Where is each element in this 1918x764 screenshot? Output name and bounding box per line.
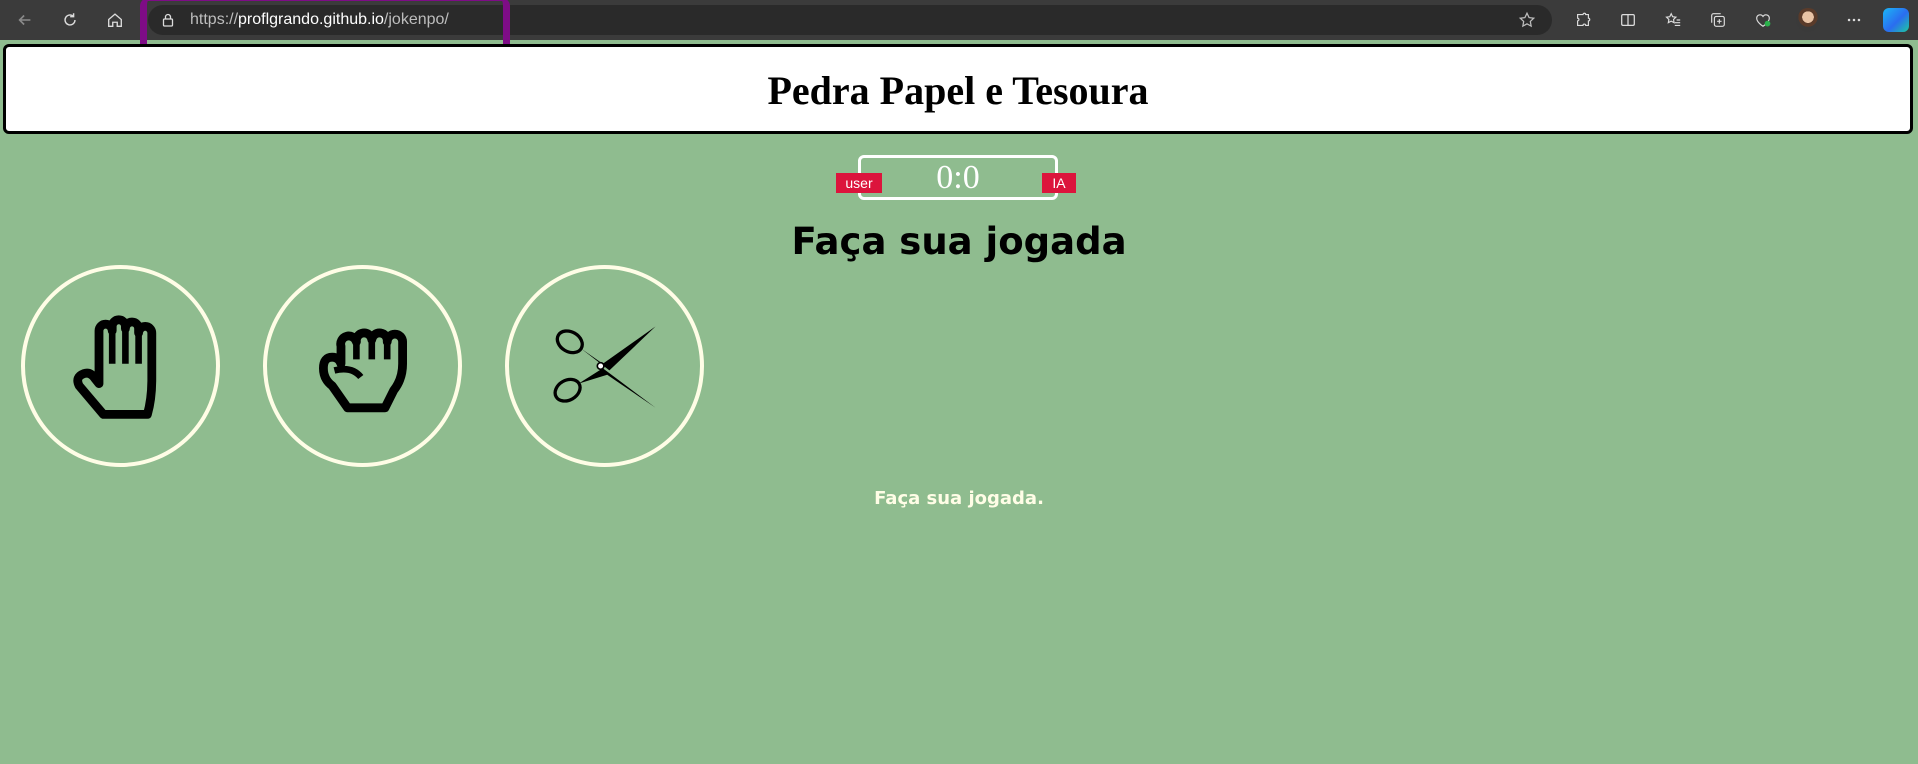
extensions-button[interactable] bbox=[1572, 9, 1594, 31]
profile-avatar[interactable] bbox=[1796, 8, 1820, 32]
reload-icon bbox=[64, 13, 76, 26]
more-options-button[interactable] bbox=[1843, 9, 1865, 31]
favorites-button[interactable] bbox=[1662, 9, 1684, 31]
play-heading: Faça sua jogada bbox=[791, 220, 1127, 263]
paper-choice-button[interactable] bbox=[21, 265, 220, 467]
favorites-list-icon bbox=[1665, 12, 1681, 26]
hand-paper-icon bbox=[72, 315, 156, 419]
collections-icon bbox=[1711, 13, 1725, 27]
user-tag: user bbox=[836, 173, 882, 193]
hand-rock-icon bbox=[318, 328, 407, 413]
score-text: 0:0 bbox=[936, 159, 980, 196]
page-title: Pedra Papel e Tesoura bbox=[767, 68, 1149, 113]
scissors-choice-button[interactable] bbox=[505, 265, 704, 467]
more-dots-icon bbox=[1847, 18, 1861, 22]
home-icon bbox=[108, 13, 122, 27]
copilot-icon[interactable] bbox=[1883, 8, 1909, 32]
favorite-star-icon[interactable] bbox=[1518, 11, 1536, 29]
reload-button[interactable] bbox=[58, 8, 82, 32]
browser-toolbar: https://proflgrando.github.io/jokenpo/ bbox=[0, 0, 1918, 60]
rock-choice-button[interactable] bbox=[263, 265, 462, 467]
page-header: Pedra Papel e Tesoura bbox=[3, 44, 1913, 134]
scissors-icon bbox=[552, 326, 656, 408]
back-button[interactable] bbox=[13, 8, 37, 32]
scoreboard: 0:0 bbox=[858, 155, 1058, 200]
split-screen-icon bbox=[1621, 13, 1635, 27]
split-screen-button[interactable] bbox=[1617, 9, 1639, 31]
puzzle-icon bbox=[1577, 12, 1591, 26]
status-message: Faça sua jogada. bbox=[874, 488, 1044, 509]
back-arrow-icon bbox=[18, 14, 31, 26]
ia-tag: IA bbox=[1042, 173, 1076, 193]
home-button[interactable] bbox=[103, 8, 127, 32]
heart-pulse-icon bbox=[1756, 14, 1771, 27]
collections-button[interactable] bbox=[1707, 9, 1729, 31]
browser-essentials-button[interactable] bbox=[1752, 9, 1774, 31]
